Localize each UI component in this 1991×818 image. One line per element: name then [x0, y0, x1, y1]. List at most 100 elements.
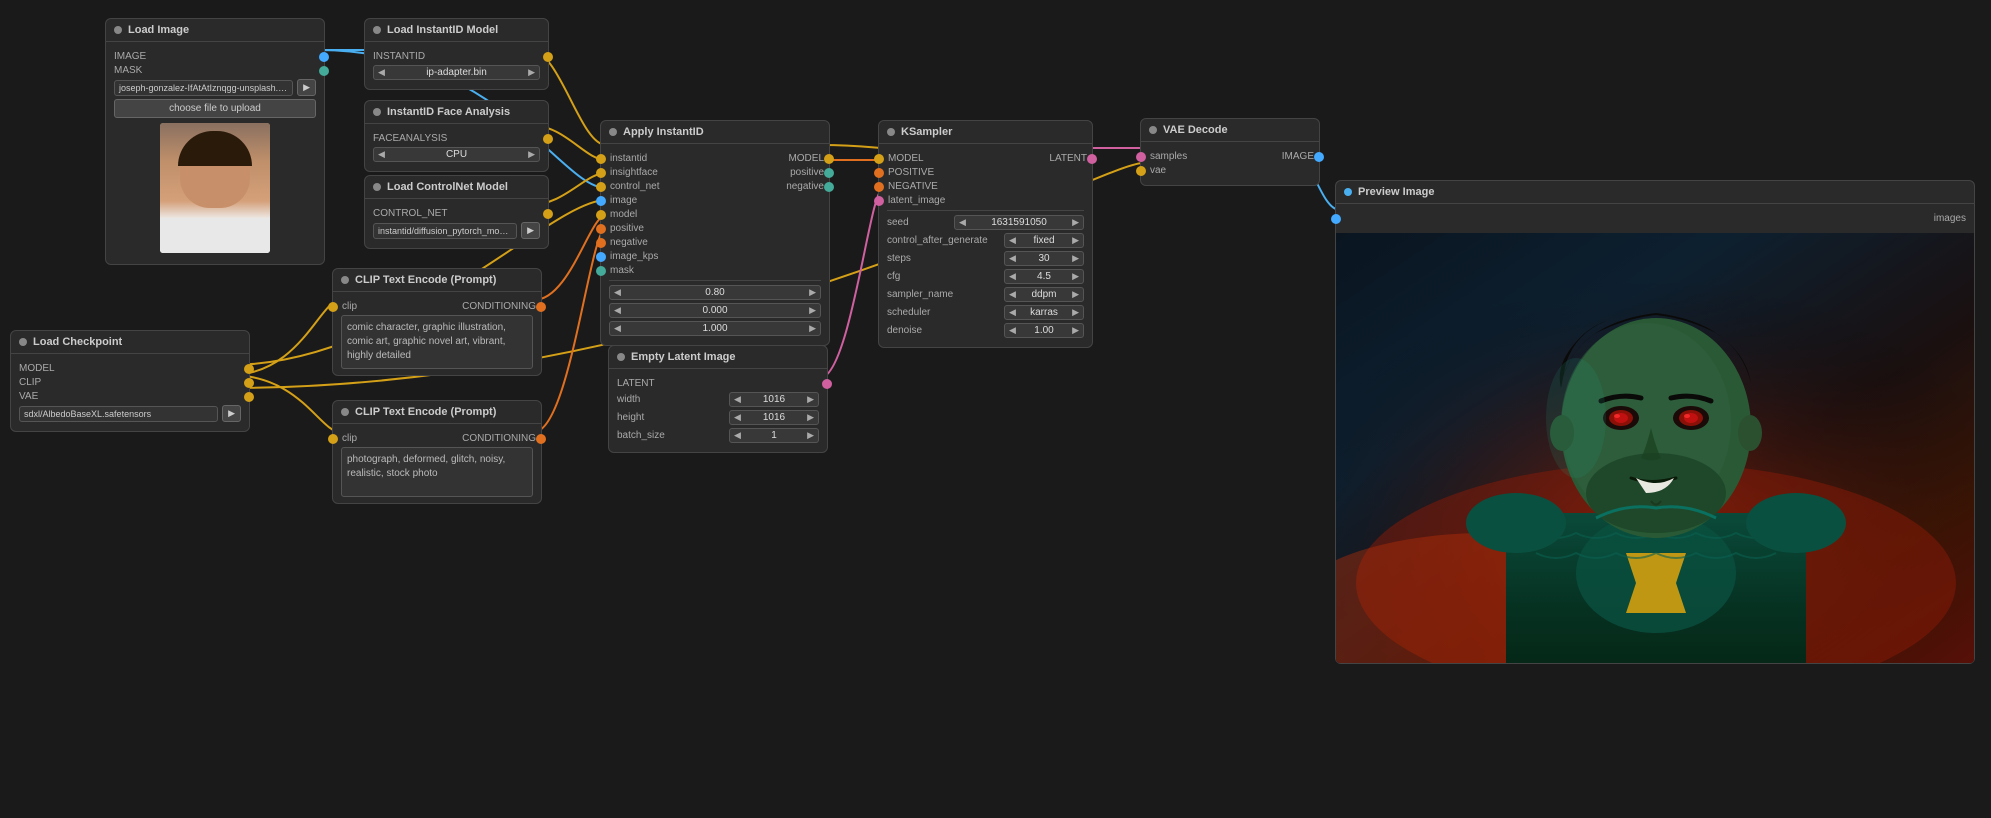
width-right-btn[interactable]: ▶ — [803, 393, 818, 406]
vae-samples-in-port[interactable] — [1136, 152, 1146, 162]
sampler-name-left-btn[interactable]: ◀ — [1005, 288, 1020, 301]
control-net-in-port[interactable] — [596, 182, 606, 192]
apply-negative-in-port[interactable] — [596, 238, 606, 248]
start-at-left-btn[interactable]: ◀ — [610, 304, 625, 317]
denoise-left-btn[interactable]: ◀ — [1005, 324, 1020, 337]
provider-left-btn[interactable]: ◀ — [374, 148, 389, 161]
denoise-right-btn[interactable]: ▶ — [1068, 324, 1083, 337]
vae-image-out-port[interactable] — [1314, 152, 1324, 162]
apply-negative-out-port[interactable] — [824, 182, 834, 192]
sampler-name-right-btn[interactable]: ▶ — [1068, 288, 1083, 301]
height-control: ◀ 1016 ▶ — [729, 410, 819, 425]
checkpoint-vae-out-port[interactable] — [244, 392, 254, 402]
apply-positive-in-port[interactable] — [596, 224, 606, 234]
mask-in-port[interactable] — [596, 266, 606, 276]
image-kps-in-port[interactable] — [596, 252, 606, 262]
load-controlnet-header: Load ControlNet Model — [365, 176, 548, 199]
start-at-right-btn[interactable]: ▶ — [805, 304, 820, 317]
sampler-name-value: ddpm — [1020, 289, 1068, 300]
load-checkpoint-header: Load Checkpoint — [11, 331, 249, 354]
vae-vae-in-port[interactable] — [1136, 166, 1146, 176]
width-left-btn[interactable]: ◀ — [730, 393, 745, 406]
instantid-out-port-row: INSTANTID — [373, 51, 540, 62]
insightface-in-port[interactable] — [596, 168, 606, 178]
preview-images-in-port[interactable] — [1331, 214, 1341, 224]
image-out-port[interactable] — [319, 52, 329, 62]
ksampler-negative-in-port[interactable] — [874, 182, 884, 192]
seed-right-btn[interactable]: ▶ — [1068, 216, 1083, 229]
ksampler-positive-in-port[interactable] — [874, 168, 884, 178]
instantid-in-row: instantid MODEL — [609, 153, 821, 164]
provider-right-btn[interactable]: ▶ — [524, 148, 539, 161]
end-at-left-btn[interactable]: ◀ — [610, 322, 625, 335]
control-after-left-btn[interactable]: ◀ — [1005, 234, 1020, 247]
load-instantid-header: Load InstantID Model — [365, 19, 548, 42]
image-in-port[interactable] — [596, 196, 606, 206]
preview-image-node: Preview Image images — [1335, 180, 1975, 664]
load-image-mask-port: MASK — [114, 65, 316, 76]
checkpoint-play-btn[interactable]: ▶ — [222, 405, 241, 422]
clip-text-encode-neg-node: CLIP Text Encode (Prompt) clip CONDITION… — [332, 400, 542, 504]
ksampler-latent-out-port[interactable] — [1087, 154, 1097, 164]
height-left-btn[interactable]: ◀ — [730, 411, 745, 424]
conditioning-pos-out-port[interactable] — [536, 302, 546, 312]
ksampler-positive-in-row: POSITIVE — [887, 167, 1084, 178]
steps-right-btn[interactable]: ▶ — [1068, 252, 1083, 265]
batch-size-right-btn[interactable]: ▶ — [803, 429, 818, 442]
checkpoint-model-out-port[interactable] — [244, 364, 254, 374]
choose-file-btn[interactable]: choose file to upload — [114, 99, 316, 118]
start-at-control: ◀ 0.000 ▶ — [609, 303, 821, 318]
control-net-out-port[interactable] — [543, 209, 553, 219]
faceanalysis-out-port-row: FACEANALYSIS — [373, 133, 540, 144]
instantid-in-port[interactable] — [596, 154, 606, 164]
filename-field[interactable]: joseph-gonzalez-IfAtAtIznqgg-unsplash.jp… — [114, 80, 293, 96]
instantid-file-control: ◀ ip-adapter.bin ▶ — [373, 65, 540, 80]
control-net-out-port-row: CONTROL_NET — [373, 208, 540, 219]
insightface-in-row: insightface positive — [609, 167, 821, 178]
cfg-right-btn[interactable]: ▶ — [1068, 270, 1083, 283]
cfg-left-btn[interactable]: ◀ — [1005, 270, 1020, 283]
load-image-play-btn[interactable]: ▶ — [297, 79, 316, 96]
clip-neg-text[interactable]: photograph, deformed, glitch, noisy, rea… — [341, 447, 533, 497]
load-instantid-body: INSTANTID ◀ ip-adapter.bin ▶ — [365, 42, 548, 89]
scheduler-right-btn[interactable]: ▶ — [1068, 306, 1083, 319]
control-after-right-btn[interactable]: ▶ — [1068, 234, 1083, 247]
weight-right-btn[interactable]: ▶ — [805, 286, 820, 299]
clip-neg-in-port[interactable] — [328, 434, 338, 444]
batch-size-row: batch_size ◀ 1 ▶ — [617, 428, 819, 443]
ksampler-model-in-row: MODEL LATENT — [887, 153, 1084, 164]
ksampler-latent-in-port[interactable] — [874, 196, 884, 206]
conditioning-neg-out-port[interactable] — [536, 434, 546, 444]
clip-pos-text[interactable]: comic character, graphic illustration, c… — [341, 315, 533, 369]
preview-image-canvas — [1336, 233, 1974, 663]
mask-out-port[interactable] — [319, 66, 329, 76]
instantid-file-right-btn[interactable]: ▶ — [524, 66, 539, 79]
controlnet-play-btn[interactable]: ▶ — [521, 222, 540, 239]
preview-image-dot — [1344, 188, 1352, 196]
batch-size-left-btn[interactable]: ◀ — [730, 429, 745, 442]
clip-pos-in-port[interactable] — [328, 302, 338, 312]
seed-left-btn[interactable]: ◀ — [955, 216, 970, 229]
faceanalysis-out-port[interactable] — [543, 134, 553, 144]
clip-pos-in-row: clip CONDITIONING — [341, 301, 533, 312]
height-right-btn[interactable]: ▶ — [803, 411, 818, 424]
instantid-out-port[interactable] — [543, 52, 553, 62]
weight-left-btn[interactable]: ◀ — [610, 286, 625, 299]
end-at-right-btn[interactable]: ▶ — [805, 322, 820, 335]
apply-model-in-port[interactable] — [596, 210, 606, 220]
latent-out-port[interactable] — [822, 379, 832, 389]
scheduler-left-btn[interactable]: ◀ — [1005, 306, 1020, 319]
apply-model-out-port[interactable] — [824, 154, 834, 164]
apply-positive-out-port[interactable] — [824, 168, 834, 178]
checkpoint-clip-out-port[interactable] — [244, 378, 254, 388]
vae-decode-title: VAE Decode — [1163, 124, 1228, 136]
checkpoint-filename[interactable]: sdxl/AlbedoBaseXL.safetensors — [19, 406, 218, 422]
instantid-file-left-btn[interactable]: ◀ — [374, 66, 389, 79]
steps-left-btn[interactable]: ◀ — [1005, 252, 1020, 265]
control-net-in-row: control_net negative — [609, 181, 821, 192]
controlnet-filename[interactable]: instantid/diffusion_pytorch_model.safete… — [373, 223, 517, 239]
seed-control: ◀ 1631591050 ▶ — [954, 215, 1084, 230]
ksampler-model-in-port[interactable] — [874, 154, 884, 164]
cfg-value: 4.5 — [1020, 271, 1068, 282]
start-at-value: 0.000 — [625, 305, 805, 316]
